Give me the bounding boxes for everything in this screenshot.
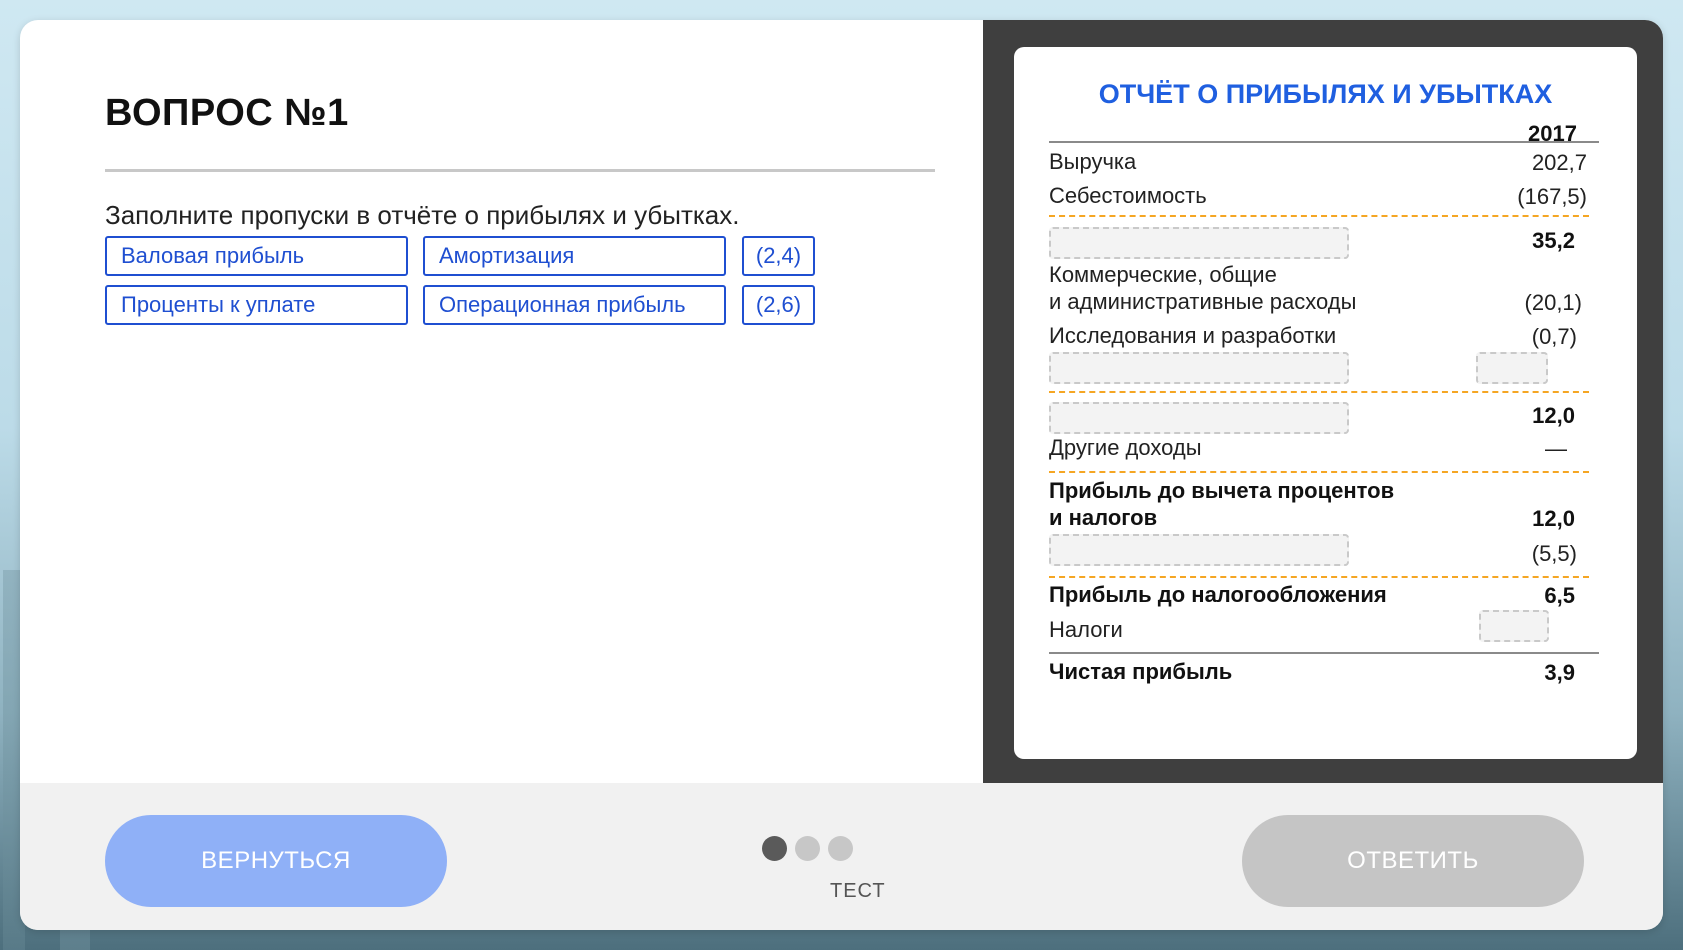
other-income-label: Другие доходы xyxy=(1049,435,1202,460)
taxes-value-slot[interactable] xyxy=(1479,610,1549,642)
header-rule xyxy=(1049,141,1599,143)
option-value-2-6[interactable]: (2,6) xyxy=(742,285,815,325)
sga-label-line1: Коммерческие, общие xyxy=(1049,262,1277,287)
ebit-label-line2: и налогов xyxy=(1049,505,1158,530)
rnd-label: Исследования и разработки xyxy=(1049,323,1337,348)
revenue-label: Выручка xyxy=(1049,149,1137,174)
progress-dot-1 xyxy=(762,836,787,861)
net-income-label: Чистая прибыль xyxy=(1049,659,1233,684)
ebit-value: 12,0 xyxy=(1532,506,1575,531)
subtotal-divider xyxy=(1049,215,1589,217)
expense-label-slot[interactable] xyxy=(1049,352,1349,384)
operating-label-slot[interactable] xyxy=(1049,402,1349,434)
subtotal-divider xyxy=(1049,576,1589,578)
year-header: 2017 xyxy=(1528,121,1577,146)
ebit-label-line1: Прибыль до вычета процентов xyxy=(1049,478,1395,503)
ebt-value: 6,5 xyxy=(1544,583,1575,608)
answer-button[interactable]: ОТВЕТИТЬ xyxy=(1242,815,1584,907)
sga-label-line2: и административные расходы xyxy=(1049,289,1357,314)
question-prompt: Заполните пропуски в отчёте о прибылях и… xyxy=(105,200,740,230)
cogs-label: Себестоимость xyxy=(1049,183,1207,208)
cogs-value: (167,5) xyxy=(1517,184,1587,209)
report-title: ОТЧЁТ О ПРИБЫЛЯХ И УБЫТКАХ xyxy=(1098,79,1553,109)
back-button[interactable]: ВЕРНУТЬСЯ xyxy=(105,815,447,907)
gross-value: 35,2 xyxy=(1532,228,1575,253)
rnd-value: (0,7) xyxy=(1531,324,1577,349)
subtotal-divider xyxy=(1049,391,1589,393)
progress-dot-3 xyxy=(828,836,853,861)
option-value-2-4[interactable]: (2,4) xyxy=(742,236,815,276)
total-rule xyxy=(1049,652,1599,654)
option-interest-expense[interactable]: Проценты к уплате xyxy=(105,285,408,325)
option-gross-profit[interactable]: Валовая прибыль xyxy=(105,236,408,276)
progress-label: ТЕСТ xyxy=(830,880,886,902)
question-panel: ВОПРОС №1 Заполните пропуски в отчёте о … xyxy=(20,20,983,783)
other-income-value: — xyxy=(1545,436,1567,461)
option-operating-profit[interactable]: Операционная прибыль xyxy=(423,285,726,325)
revenue-value: 202,7 xyxy=(1531,150,1587,175)
gross-label-slot[interactable] xyxy=(1049,227,1349,259)
income-statement: ОТЧЁТ О ПРИБЫЛЯХ И УБЫТКАХ 2017 Выручка … xyxy=(1014,47,1637,759)
option-depreciation[interactable]: Амортизация xyxy=(423,236,726,276)
question-title: ВОПРОС №1 xyxy=(105,92,349,134)
sga-value: (20,1) xyxy=(1524,290,1582,315)
report-panel: ОТЧЁТ О ПРИБЫЛЯХ И УБЫТКАХ 2017 Выручка … xyxy=(983,20,1663,783)
interest-value: (5,5) xyxy=(1531,541,1577,566)
taxes-label: Налоги xyxy=(1049,617,1123,642)
progress-dot-2 xyxy=(795,836,820,861)
quiz-card: ВОПРОС №1 Заполните пропуски в отчёте о … xyxy=(20,20,1663,930)
interest-label-slot[interactable] xyxy=(1049,534,1349,566)
expense-value-slot[interactable] xyxy=(1476,352,1548,384)
footer-bar: ВЕРНУТЬСЯ ТЕСТ ОТВЕТИТЬ xyxy=(20,783,1663,930)
subtotal-divider xyxy=(1049,471,1589,473)
ebt-label: Прибыль до налогообложения xyxy=(1049,582,1387,607)
title-divider xyxy=(105,169,935,172)
operating-value: 12,0 xyxy=(1532,403,1575,428)
net-income-value: 3,9 xyxy=(1544,660,1575,685)
